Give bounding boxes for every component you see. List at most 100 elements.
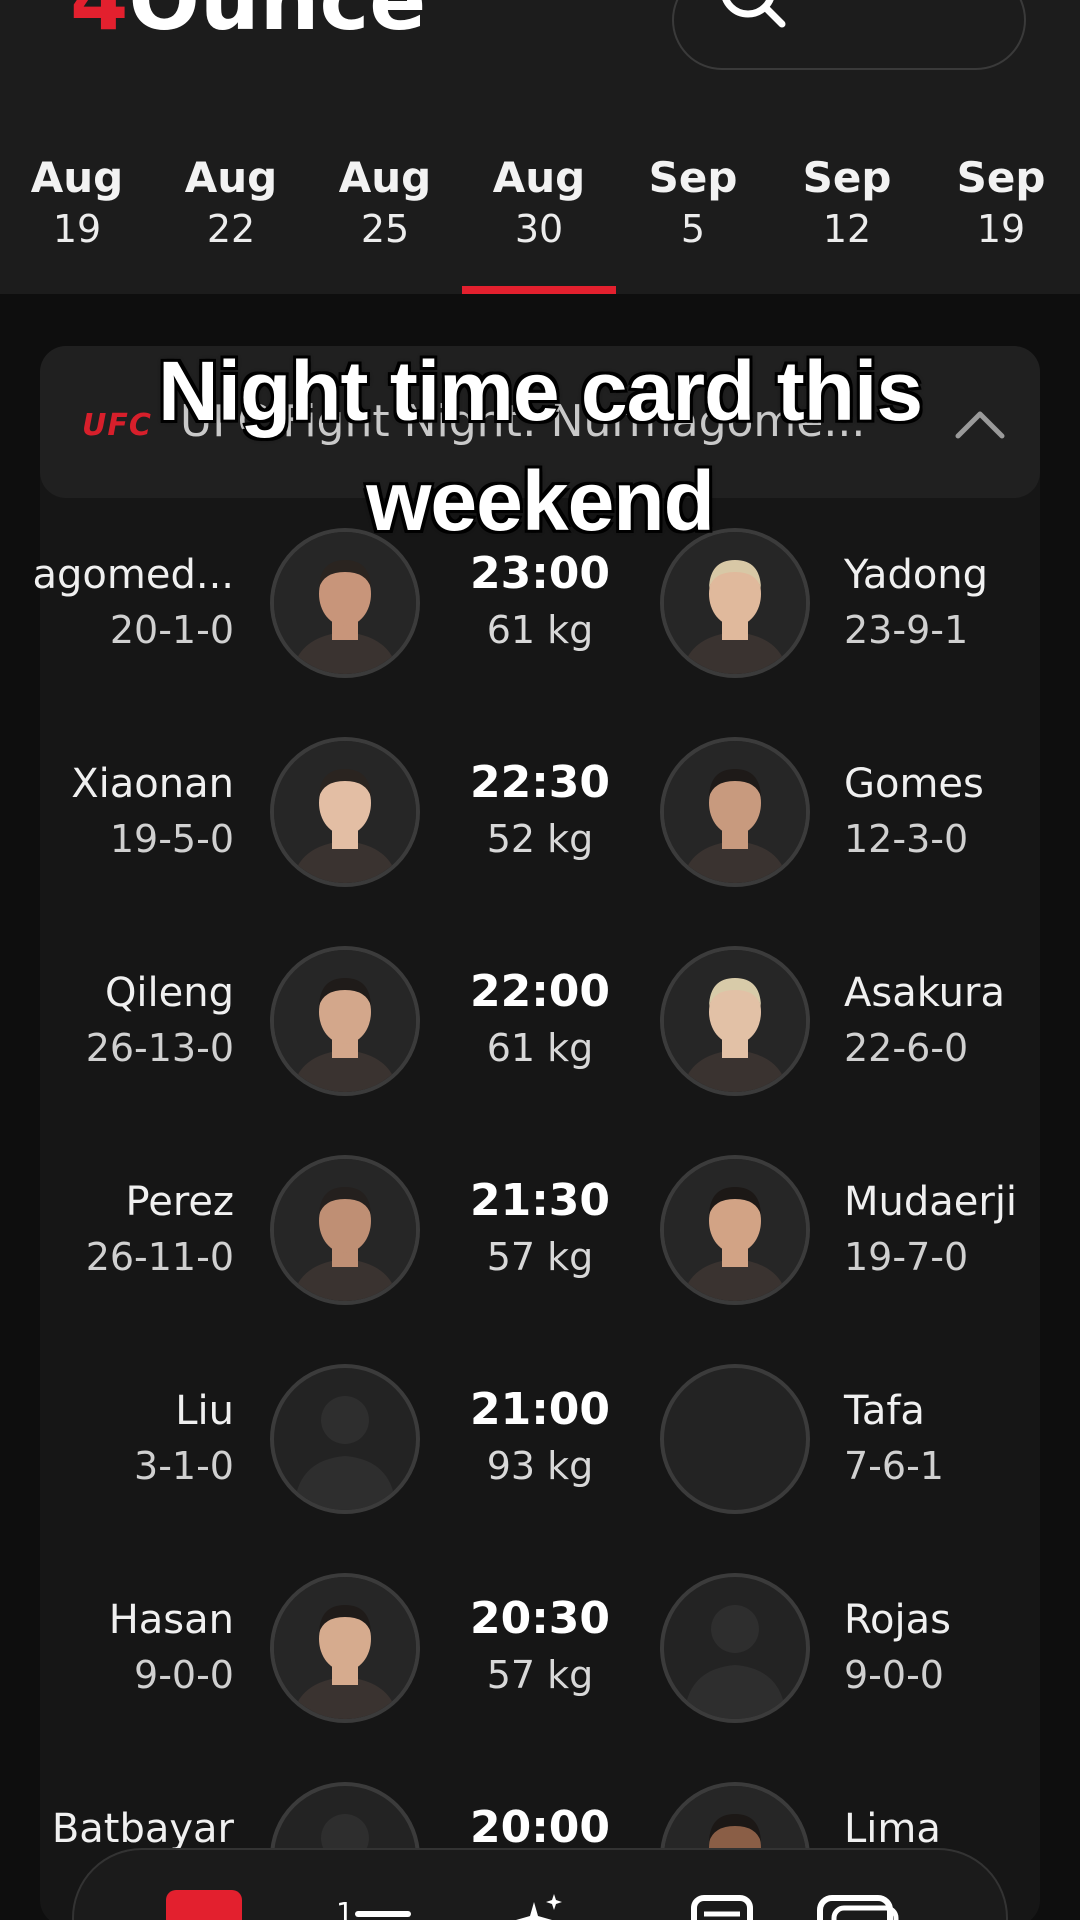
date-selector: Aug 19 Aug 22 Aug 25 Aug 30 Sep 5 Sep 12… (0, 80, 1080, 294)
right-fighter-name: Tafa (844, 1388, 925, 1434)
left-fighter-avatar[interactable] (270, 737, 420, 887)
nav-news[interactable] (684, 1880, 754, 1920)
date-tab[interactable]: Aug 25 (308, 152, 462, 294)
right-fighter-record: 22-6-0 (844, 1026, 969, 1070)
logo-word: Ounce (128, 0, 427, 49)
search-button[interactable] (712, 0, 792, 40)
fight-time: 22:00 (469, 966, 611, 1017)
fight-row[interactable]: Liu 3-1-0 21:00 93 kg Tafa 7-6-1 (0, 1364, 1080, 1534)
app-logo[interactable]: 4 Ounce (70, 0, 427, 49)
date-tab[interactable]: Aug 22 (154, 152, 308, 294)
fight-weight-class: 52 kg (486, 817, 594, 861)
fighter-photo (274, 1577, 416, 1719)
fighter-photo (664, 532, 806, 674)
fighter-photo (664, 741, 806, 883)
right-fighter-name: Yadong (844, 552, 989, 598)
fighter-photo (274, 950, 416, 1092)
fight-time: 20:00 (469, 1802, 611, 1853)
fight-time: 21:30 (469, 1175, 611, 1226)
date-tab[interactable]: Sep 19 (924, 152, 1078, 294)
chevron-up-icon[interactable] (950, 394, 1010, 454)
date-tab-selected[interactable]: Aug 30 (462, 152, 616, 294)
fight-weight-class: 93 kg (486, 1444, 594, 1488)
selected-date-indicator (462, 286, 616, 294)
fight-time: 21:00 (469, 1384, 611, 1435)
date-month: Sep (648, 153, 738, 202)
nav-rankings[interactable]: 1 (334, 1880, 411, 1920)
left-fighter-name: Perez (125, 1179, 234, 1225)
date-month: Sep (956, 153, 1046, 202)
svg-text:1: 1 (336, 1896, 354, 1920)
event-title: UFC Fight Night: Nurmagome... (180, 396, 866, 447)
right-fighter-name: Mudaerji (844, 1179, 1018, 1225)
left-fighter-avatar[interactable] (270, 528, 420, 678)
hamburger-menu-icon (896, 0, 986, 40)
cards-icon (817, 1895, 899, 1920)
right-fighter-name: Asakura (844, 970, 1005, 1016)
right-fighter-name: Lima (844, 1806, 941, 1852)
left-fighter-record: 9-0-0 (134, 1653, 234, 1697)
right-fighter-avatar[interactable] (660, 946, 810, 1096)
nav-calendar[interactable] (164, 1880, 242, 1920)
date-day: 19 (52, 207, 102, 251)
left-fighter-name: Qileng (104, 970, 234, 1016)
bottom-nav: 1 (72, 1848, 1008, 1920)
right-fighter-name: Gomes (844, 761, 984, 807)
right-fighter-avatar[interactable] (660, 1364, 810, 1514)
left-fighter-record: 20-1-0 (109, 608, 234, 652)
fight-time: 22:30 (469, 757, 611, 808)
fight-time: 20:30 (469, 1593, 611, 1644)
left-fighter-avatar[interactable] (270, 1155, 420, 1305)
rankings-list-icon: 1 (336, 1896, 411, 1920)
menu-button[interactable] (896, 0, 986, 40)
left-fighter-avatar[interactable] (270, 946, 420, 1096)
nav-highlights[interactable] (504, 1880, 574, 1920)
fight-row[interactable]: Xiaonan 19-5-0 22:30 52 kg Gomes 12-3-0 (0, 737, 1080, 907)
sparkle-icon (516, 1894, 562, 1920)
date-day: 12 (822, 207, 872, 251)
left-fighter-name: Hasan (108, 1597, 234, 1643)
date-day: 30 (514, 207, 564, 251)
avatar-placeholder-icon (294, 1396, 396, 1510)
left-fighter-name: Batbayar (51, 1806, 234, 1852)
date-tab[interactable]: Sep 12 (770, 152, 924, 294)
fight-row[interactable]: Perez 26-11-0 21:30 57 kg Mudaerji 19-7-0 (0, 1155, 1080, 1325)
fight-row[interactable]: Hasan 9-0-0 20:30 57 kg Rojas 9-0-0 (0, 1573, 1080, 1743)
date-day: 25 (360, 207, 410, 251)
app-screen: 4 Ounce Aug 19 Aug 22 Aug 25 Aug 30 Sep … (0, 0, 1080, 1920)
right-fighter-record: 9-0-0 (844, 1653, 944, 1697)
app-header: 4 Ounce (0, 0, 1080, 80)
ufc-logo: UFC (82, 408, 152, 443)
fight-row[interactable]: Qileng 26-13-0 22:00 61 kg Asakura 22-6-0 (0, 946, 1080, 1116)
date-tab[interactable]: Aug 19 (0, 152, 154, 294)
nav-cards[interactable] (814, 1880, 899, 1920)
fight-weight-class: 57 kg (486, 1653, 594, 1697)
calendar-icon (166, 1890, 242, 1920)
left-fighter-avatar[interactable] (270, 1573, 420, 1723)
fighter-photo (664, 950, 806, 1092)
date-month: Aug (338, 153, 432, 202)
fighter-photo (664, 1159, 806, 1301)
right-fighter-record: 7-6-1 (844, 1444, 944, 1488)
left-fighter-avatar[interactable] (270, 1364, 420, 1514)
date-day: 22 (206, 207, 256, 251)
right-fighter-record: 23-9-1 (844, 608, 969, 652)
fight-row[interactable]: agomed... 20-1-0 23:00 61 kg Yadong 23-9-1 (0, 528, 1080, 698)
event-card-header[interactable]: UFC UFC Fight Night: Nurmagome... (40, 346, 1040, 498)
fight-weight-class: 61 kg (486, 1026, 594, 1070)
right-fighter-avatar[interactable] (660, 1573, 810, 1723)
fight-weight-class: 57 kg (486, 1235, 594, 1279)
left-fighter-name: Liu (175, 1388, 234, 1434)
fight-weight-class: 61 kg (486, 608, 594, 652)
left-fighter-record: 26-13-0 (85, 1026, 234, 1070)
left-fighter-name: agomed... (32, 552, 234, 598)
date-tab[interactable]: Sep 5 (616, 152, 770, 294)
left-fighter-name: Xiaonan (71, 761, 234, 807)
avatar-placeholder-icon (684, 1605, 786, 1719)
right-fighter-avatar[interactable] (660, 528, 810, 678)
left-fighter-record: 26-11-0 (85, 1235, 234, 1279)
fight-time: 23:00 (469, 548, 611, 599)
right-fighter-avatar[interactable] (660, 1155, 810, 1305)
right-fighter-avatar[interactable] (660, 737, 810, 887)
fighter-photo (274, 741, 416, 883)
